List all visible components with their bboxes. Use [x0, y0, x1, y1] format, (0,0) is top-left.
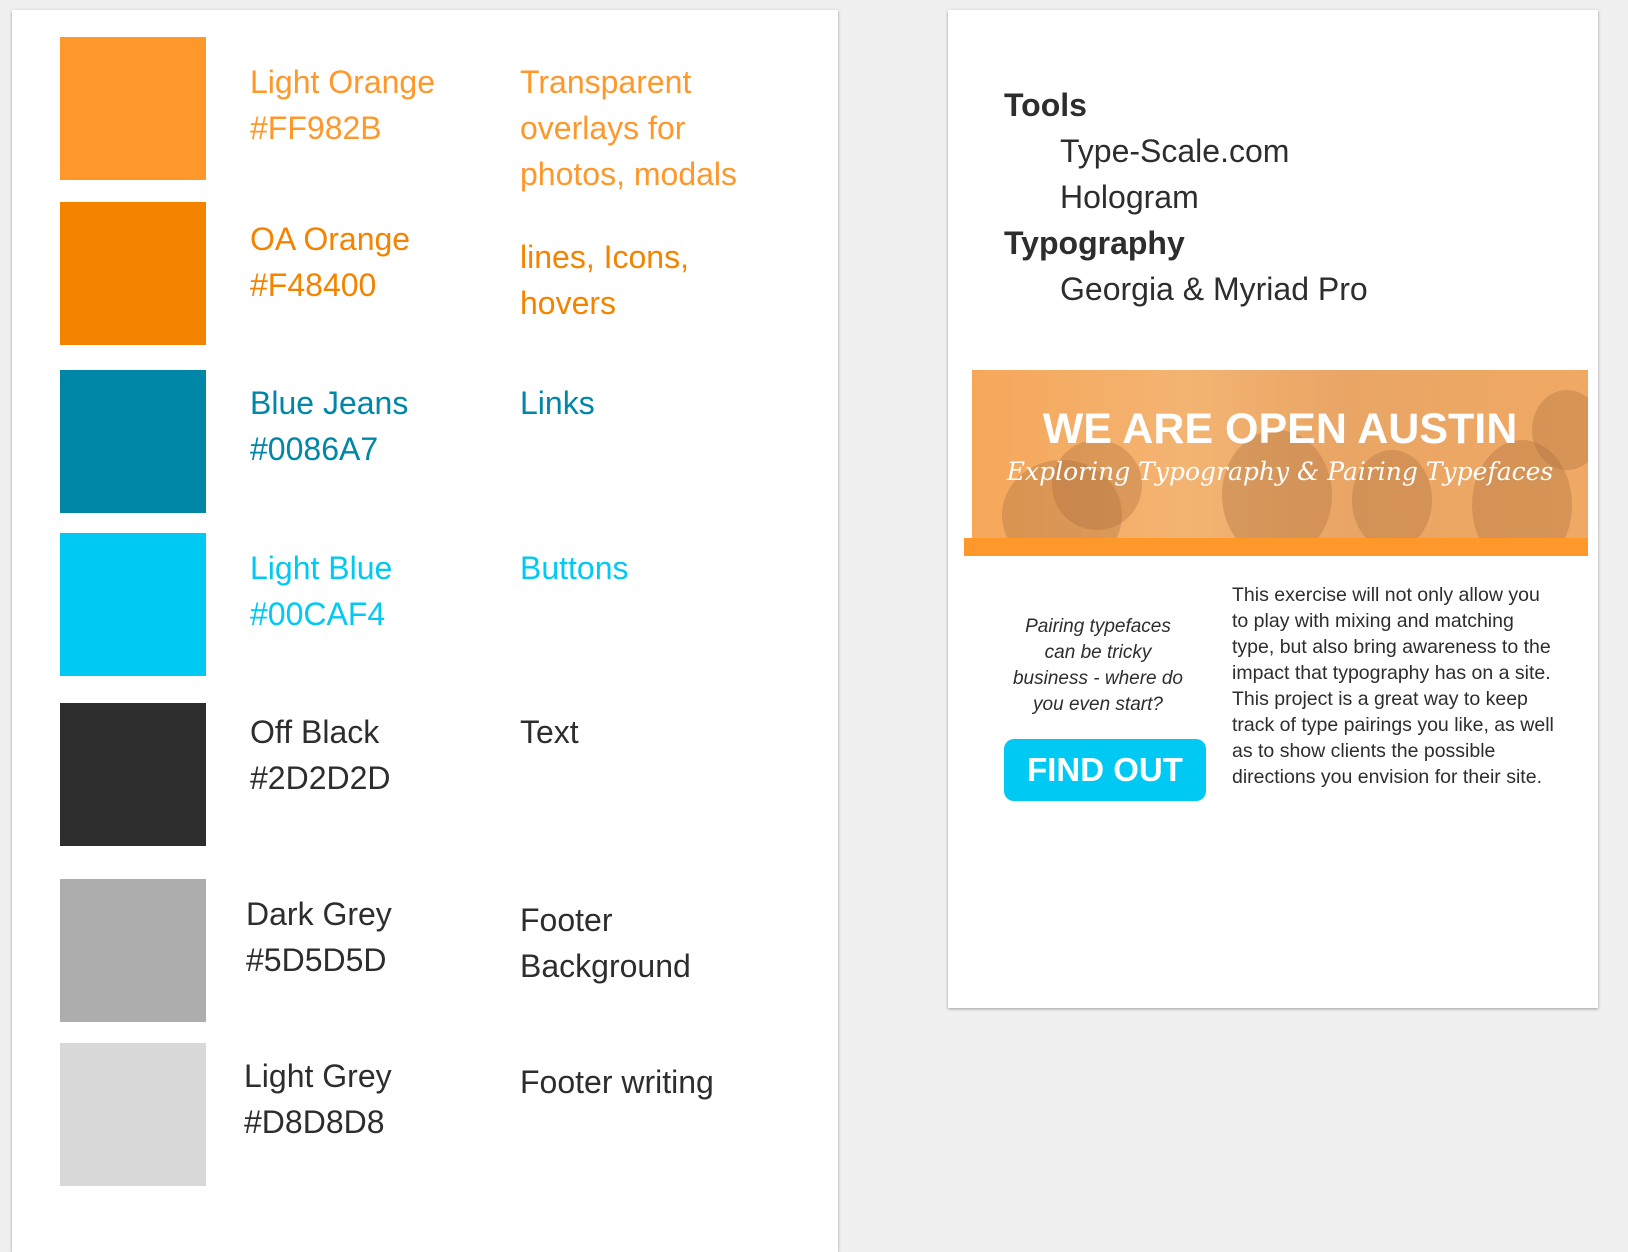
- pairing-question: Pairing typefaces can be tricky business…: [1012, 616, 1184, 715]
- typography-sample-page: Tools Type-Scale.com Hologram Typography…: [948, 10, 1598, 1008]
- palette-row-light-orange: Light Orange #FF982B Transparent overlay…: [60, 37, 820, 192]
- color-swatch: [60, 37, 206, 180]
- palette-row-light-grey: Light Grey #D8D8D8 Footer writing: [60, 1043, 820, 1191]
- color-usage: Footer Background: [520, 902, 691, 984]
- tools-heading: Tools: [1004, 87, 1087, 123]
- color-name: Light Orange #FF982B: [250, 64, 436, 146]
- color-usage: Transparent overlays for photos, modals: [520, 64, 738, 192]
- color-swatch: [60, 703, 206, 846]
- tools-item: Type-Scale.com: [1060, 133, 1290, 169]
- color-usage: Text: [520, 714, 579, 750]
- color-name: OA Orange #F48400: [250, 221, 411, 303]
- color-usage: lines, Icons, hovers: [520, 239, 689, 321]
- color-name: Off Black #2D2D2D: [250, 714, 391, 796]
- color-swatch: [60, 533, 206, 676]
- color-swatch: [60, 370, 206, 513]
- color-usage: Footer writing: [520, 1064, 714, 1100]
- palette-row-blue-jeans: Blue Jeans #0086A7 Links: [60, 370, 820, 518]
- hero-subtitle: Exploring Typography & Pairing Typefaces: [1006, 457, 1554, 486]
- palette-row-dark-grey: Dark Grey #5D5D5D Footer Background: [60, 879, 820, 1027]
- find-out-button[interactable]: FIND OUT: [1004, 739, 1206, 801]
- hero-accent-bar: [964, 538, 1588, 556]
- color-usage: Buttons: [520, 550, 629, 586]
- color-swatch: [60, 879, 206, 1022]
- tools-item: Hologram: [1060, 179, 1199, 215]
- tools-list: Tools Type-Scale.com Hologram Typography…: [1004, 82, 1564, 312]
- hero-banner: WE ARE OPEN AUSTIN Exploring Typography …: [964, 370, 1588, 556]
- color-swatch: [60, 202, 206, 345]
- color-palette-page: Light Orange #FF982B Transparent overlay…: [12, 10, 838, 1252]
- color-usage: Links: [520, 385, 595, 421]
- typography-heading: Typography: [1004, 225, 1185, 261]
- color-swatch: [60, 1043, 206, 1186]
- color-name: Dark Grey #5D5D5D: [246, 896, 392, 978]
- palette-row-oa-orange: OA Orange #F48400 lines, Icons, hovers: [60, 202, 820, 350]
- description-text: This exercise will not only allow you to…: [1232, 584, 1554, 788]
- color-name: Blue Jeans #0086A7: [250, 385, 409, 467]
- typography-item: Georgia & Myriad Pro: [1060, 271, 1368, 307]
- hero-title: WE ARE OPEN AUSTIN: [1042, 405, 1518, 453]
- palette-row-light-blue: Light Blue #00CAF4 Buttons: [60, 533, 820, 681]
- palette-row-off-black: Off Black #2D2D2D Text: [60, 703, 820, 851]
- color-name: Light Blue #00CAF4: [250, 550, 393, 632]
- hero-photo: [972, 370, 1588, 538]
- color-name: Light Grey #D8D8D8: [244, 1058, 392, 1140]
